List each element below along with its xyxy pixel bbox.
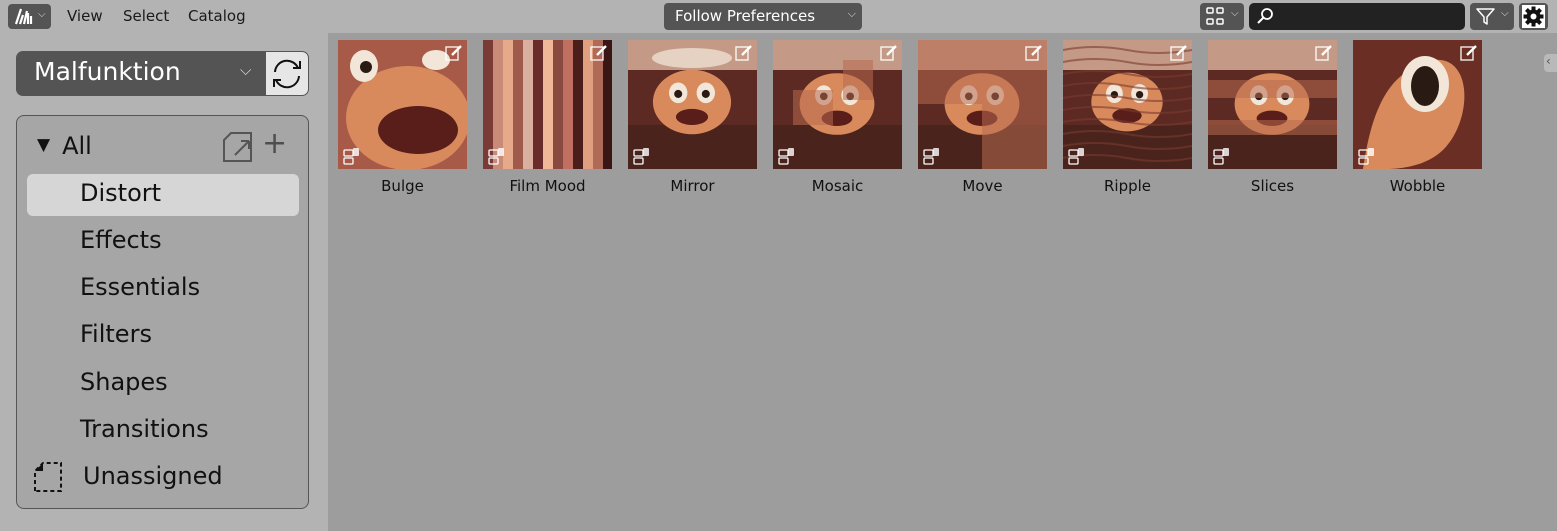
search-icon (1257, 8, 1273, 24)
header-bar: ⌵ View Select Catalog Follow Preferences… (0, 0, 1557, 33)
asset-grid: Bulge Film Mood Mirror Mosaic Move Rippl… (328, 33, 1557, 531)
catalog-item-distort[interactable]: Distort (27, 174, 299, 216)
unassigned-catalog-icon (34, 462, 62, 492)
node-group-icon (1213, 148, 1229, 165)
catalog-item-label: Filters (80, 320, 152, 348)
import-method-dropdown[interactable]: Follow Preferences ⌵ (664, 3, 862, 30)
edit-icon[interactable] (735, 44, 753, 62)
asset-preview (773, 40, 902, 169)
asset-tile[interactable]: Move (908, 40, 1053, 200)
node-group-icon (488, 148, 504, 165)
asset-tile[interactable]: Film Mood (473, 40, 618, 200)
disclosure-triangle-icon[interactable]: ▼ (37, 135, 50, 155)
node-group-icon (923, 148, 939, 165)
node-group-icon (1068, 148, 1084, 165)
catalog-item-label: Transitions (80, 415, 209, 443)
catalog-item-label: Unassigned (83, 462, 223, 490)
search-field[interactable] (1249, 3, 1465, 30)
asset-preview (628, 40, 757, 169)
settings-button[interactable] (1519, 3, 1548, 30)
menu-select[interactable]: Select (123, 7, 169, 25)
chevron-left-icon: ‹ (1546, 54, 1551, 68)
catalog-item-label: Effects (80, 226, 162, 254)
node-group-icon (1358, 148, 1374, 165)
asset-tile[interactable]: Mirror (618, 40, 763, 200)
asset-name: Ripple (1103, 177, 1152, 195)
node-group-icon (343, 148, 359, 165)
new-catalog-icon[interactable] (221, 131, 255, 163)
grid-view-icon (1206, 7, 1224, 25)
catalog-item-essentials[interactable]: Essentials (27, 268, 299, 310)
menu-catalog[interactable]: Catalog (188, 7, 246, 25)
funnel-icon (1476, 8, 1495, 25)
asset-name: Slices (1250, 177, 1295, 195)
asset-name: Move (962, 177, 1003, 195)
catalog-sidebar: Malfunktion ⌵ ▼All + Distort Effects Es (0, 33, 328, 531)
catalog-item-transitions[interactable]: Transitions (27, 410, 299, 452)
add-icon[interactable]: + (262, 129, 287, 159)
filter-button[interactable]: ⌵ (1470, 3, 1514, 30)
display-mode-button[interactable]: ⌵ (1200, 3, 1244, 30)
asset-name: Mirror (670, 177, 715, 195)
asset-name: Mosaic (811, 177, 864, 195)
chevron-down-icon: ⌵ (1501, 8, 1509, 19)
edit-icon[interactable] (1170, 44, 1188, 62)
region-toggle-handle[interactable]: ‹ (1544, 54, 1557, 72)
asset-name: Film Mood (509, 177, 586, 195)
asset-preview (1353, 40, 1482, 169)
asset-tile[interactable]: Ripple (1053, 40, 1198, 200)
asset-preview (918, 40, 1047, 169)
gear-icon (1522, 5, 1545, 28)
node-group-icon (633, 148, 649, 165)
catalog-root-label: All (62, 132, 92, 160)
asset-tile[interactable]: Bulge (328, 40, 473, 200)
asset-library-label: Malfunktion (34, 57, 181, 86)
asset-preview (483, 40, 612, 169)
import-method-label: Follow Preferences (675, 7, 816, 25)
refresh-library-button[interactable] (265, 51, 309, 96)
asset-tile[interactable]: Wobble (1343, 40, 1488, 200)
catalog-item-label: Distort (80, 179, 162, 207)
asset-library-dropdown[interactable]: Malfunktion ⌵ (16, 51, 266, 96)
asset-tile[interactable]: Slices (1198, 40, 1343, 200)
asset-name: Bulge (381, 177, 424, 195)
catalog-root-all[interactable]: ▼ All (37, 132, 92, 162)
catalog-item-filters[interactable]: Filters (27, 315, 299, 357)
asset-preview (1063, 40, 1192, 169)
editor-type-button[interactable]: ⌵ (8, 4, 51, 29)
asset-preview (1208, 40, 1337, 169)
refresh-icon (273, 59, 301, 89)
menu-view[interactable]: View (67, 7, 103, 25)
edit-icon[interactable] (1025, 44, 1043, 62)
catalog-item-label: Essentials (80, 273, 201, 301)
asset-name: Wobble (1389, 177, 1446, 195)
node-group-icon (778, 148, 794, 165)
edit-icon[interactable] (445, 44, 463, 62)
edit-icon[interactable] (880, 44, 898, 62)
asset-preview (338, 40, 467, 169)
asset-tile[interactable]: Mosaic (763, 40, 908, 200)
catalog-item-label: Shapes (80, 368, 168, 396)
catalog-item-shapes[interactable]: Shapes (27, 363, 299, 405)
chevron-down-icon: ⌵ (847, 7, 856, 20)
catalog-tree: ▼ All + Distort Effects Essentials Filter… (16, 115, 309, 509)
chevron-down-icon: ⌵ (240, 61, 252, 79)
chevron-down-icon: ⌵ (1231, 8, 1239, 19)
chevron-down-icon: ⌵ (38, 9, 46, 20)
edit-icon[interactable] (1460, 44, 1478, 62)
catalog-item-effects[interactable]: Effects (27, 221, 299, 263)
asset-browser-icon (14, 8, 33, 25)
edit-icon[interactable] (590, 44, 608, 62)
edit-icon[interactable] (1315, 44, 1333, 62)
